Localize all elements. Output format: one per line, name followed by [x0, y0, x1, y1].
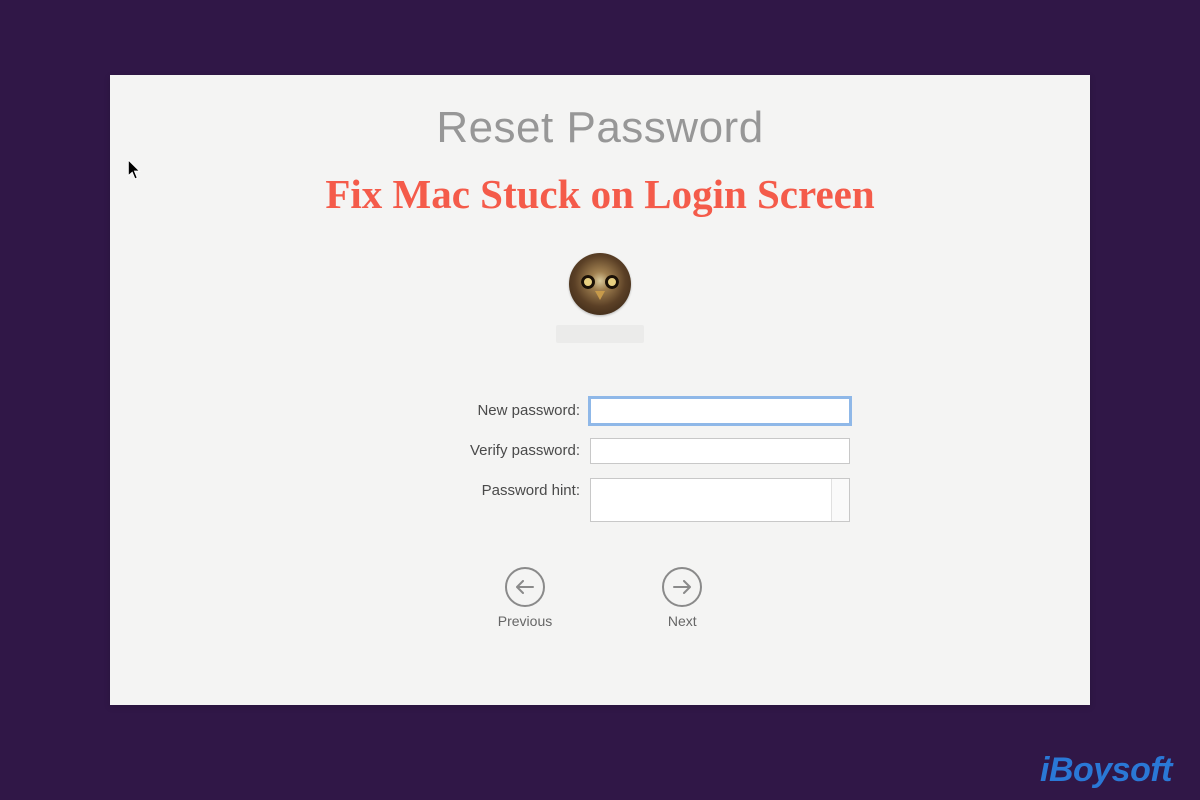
reset-password-panel: Reset Password Fix Mac Stuck on Login Sc… [110, 75, 1090, 705]
scrollbar[interactable] [831, 479, 849, 521]
next-button[interactable]: Next [662, 567, 702, 629]
previous-button[interactable]: Previous [498, 567, 552, 629]
user-section [110, 253, 1090, 343]
arrow-right-icon [662, 567, 702, 607]
owl-avatar-icon [569, 253, 631, 315]
nav-buttons: Previous Next [110, 567, 1090, 629]
verify-password-field[interactable] [590, 438, 850, 464]
watermark-logo: iBoysoft [1040, 751, 1172, 790]
cursor-icon [128, 160, 142, 180]
new-password-field[interactable] [590, 398, 850, 424]
page-title: Reset Password [110, 103, 1090, 153]
password-form: New password: Verify password: Password … [110, 398, 1090, 522]
password-hint-field[interactable] [590, 478, 850, 522]
password-hint-label: Password hint: [350, 478, 580, 499]
next-label: Next [668, 613, 697, 629]
previous-label: Previous [498, 613, 552, 629]
arrow-left-icon [505, 567, 545, 607]
overlay-headline: Fix Mac Stuck on Login Screen [110, 170, 1090, 218]
new-password-label: New password: [350, 398, 580, 419]
username-label [556, 325, 644, 343]
verify-password-label: Verify password: [350, 438, 580, 459]
